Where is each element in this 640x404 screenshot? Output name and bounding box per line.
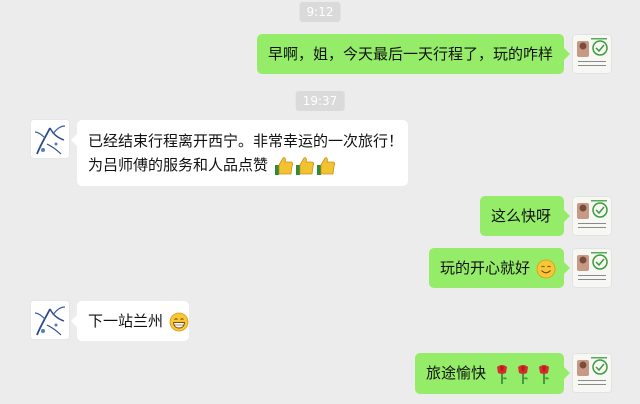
my-avatar[interactable] — [572, 353, 612, 393]
message-bubble-incoming[interactable]: 已经结束行程离开西宁。非常幸运的一次旅行！ 为吕师傅的服务和人品点赞 — [71, 120, 408, 186]
thumbs-up-icon — [274, 156, 293, 175]
avatar-image — [573, 249, 611, 287]
contact-avatar[interactable] — [30, 119, 70, 159]
contact-avatar[interactable] — [30, 300, 70, 340]
avatar-image — [31, 120, 69, 158]
message-text: 玩的开心就好 — [440, 259, 531, 277]
message-bubble-outgoing[interactable]: 早啊，姐，今天最后一天行程了，玩的咋样 — [257, 34, 570, 74]
my-avatar[interactable] — [572, 248, 612, 288]
message-text: 已经结束行程离开西宁。非常幸运的一次旅行！ — [88, 132, 404, 150]
timestamp: 9:12 — [299, 2, 341, 22]
thumbs-up-icon — [316, 156, 335, 175]
rose-icon — [496, 364, 507, 384]
avatar-image — [573, 35, 611, 73]
grin-icon — [169, 312, 189, 331]
message-bubble-outgoing[interactable]: 旅途愉快 — [415, 353, 570, 394]
smile-icon — [536, 259, 556, 278]
message-text: 旅途愉快 — [426, 364, 487, 382]
message-bubble-outgoing[interactable]: 这么快呀 — [480, 196, 570, 236]
avatar-image — [573, 197, 611, 235]
my-avatar[interactable] — [572, 196, 612, 236]
rose-icon — [538, 364, 549, 384]
timestamp: 19:37 — [295, 91, 345, 111]
message-text: 为吕师傅的服务和人品点赞 — [88, 156, 269, 174]
rose-icon — [517, 364, 528, 384]
thumbs-up-icon — [295, 156, 314, 175]
my-avatar[interactable] — [572, 34, 612, 74]
message-bubble-incoming[interactable]: 下一站兰州 — [71, 301, 189, 341]
avatar-image — [31, 301, 69, 339]
avatar-image — [573, 354, 611, 392]
message-text: 这么快呀 — [491, 207, 552, 225]
message-bubble-outgoing[interactable]: 玩的开心就好 — [429, 248, 570, 288]
message-text: 早啊，姐，今天最后一天行程了，玩的咋样 — [268, 45, 554, 63]
message-text: 下一站兰州 — [88, 312, 164, 330]
